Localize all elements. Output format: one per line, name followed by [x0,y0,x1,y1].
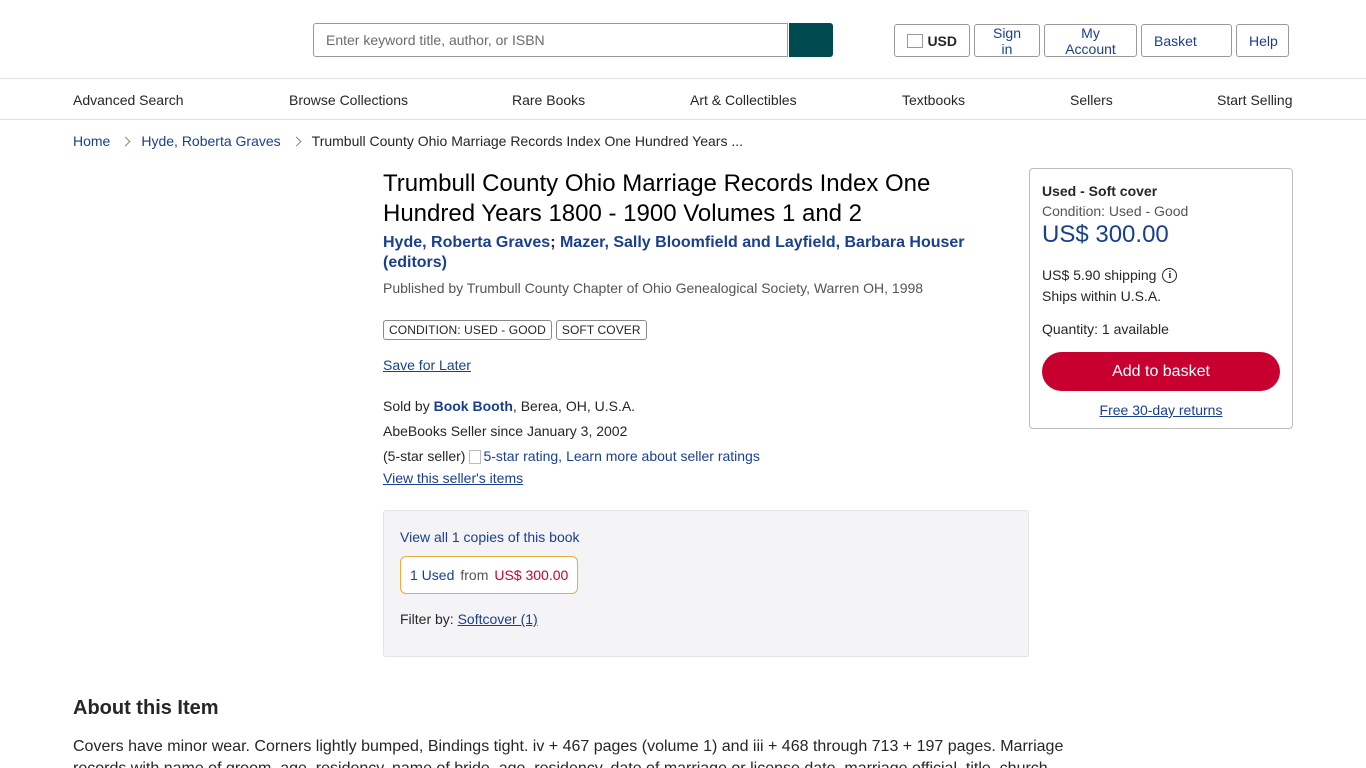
quantity-available: Quantity: 1 available [1042,321,1169,337]
search-input[interactable] [313,23,788,57]
currency-button[interactable]: USD [894,24,970,57]
breadcrumb-author[interactable]: Hyde, Roberta Graves [141,133,280,149]
broken-image-icon [469,449,482,464]
rating-image-alt: 5-star rating, [483,448,563,464]
filter-row: Filter by: Softcover (1) [400,611,538,627]
help-button[interactable]: Help [1236,24,1289,57]
main-nav: Advanced Search Browse Collections Rare … [0,79,1366,120]
nav-sellers[interactable]: Sellers [1070,92,1113,108]
about-description: Covers have minor wear. Corners lightly … [73,738,1064,768]
filter-label: Filter by: [400,611,454,627]
ships-within: Ships within U.S.A. [1042,288,1162,304]
flag-icon [907,33,924,48]
from-label: from [460,567,489,583]
used-price: US$ 300.00 [494,567,569,583]
save-for-later-link[interactable]: Save for Later [383,357,471,373]
item-condition: Condition: Used - Good [1042,203,1189,219]
shipping-info: US$ 5.90 shipping i [1042,267,1178,283]
view-all-copies-link[interactable]: View all 1 copies of this book [400,529,580,545]
binding-tag: Soft cover [555,320,647,340]
free-returns-link[interactable]: Free 30-day returns [1030,402,1292,418]
info-icon[interactable]: i [1162,267,1178,283]
rating-text: (5-star seller) [383,448,466,464]
page-title: Trumbull County Ohio Marriage Records In… [383,170,931,227]
condition-tag: Condition: Used - Good [383,320,552,340]
seller-since: AbeBooks Seller since January 3, 2002 [383,423,628,439]
seller-name-link[interactable]: Book Booth [434,398,513,414]
nav-textbooks[interactable]: Textbooks [902,92,965,108]
nav-start-selling[interactable]: Start Selling [1217,92,1292,108]
copies-panel: View all 1 copies of this book 1 Used fr… [383,510,1029,657]
basket-button[interactable]: Basket [1141,24,1232,57]
nav-rare-books[interactable]: Rare Books [512,92,585,108]
filter-softcover-link[interactable]: Softcover (1) [458,611,538,627]
add-to-basket-button[interactable]: Add to basket [1042,352,1280,391]
breadcrumb: Home Hyde, Roberta Graves Trumbull Count… [73,133,743,149]
author-link[interactable]: Hyde, Roberta Graves [383,234,550,251]
seller-ratings-link[interactable]: Learn more about seller ratings [566,444,760,469]
seller-location: , Berea, OH, U.S.A. [512,398,636,414]
nav-art-collectibles[interactable]: Art & Collectibles [690,92,797,108]
search-button[interactable] [789,23,833,57]
view-seller-items-link[interactable]: View this seller's items [383,469,760,487]
authors: Hyde, Roberta Graves; Mazer, Sally Bloom… [383,233,993,273]
shipping-cost: US$ 5.90 shipping [1042,267,1157,283]
buy-box: Used - Soft cover Condition: Used - Good… [1029,168,1293,429]
site-header: USD Sign in My Account Basket Help [0,0,1366,79]
sold-by-prefix: Sold by [383,398,430,414]
item-type: Used - Soft cover [1042,183,1158,199]
attribute-tags: Condition: Used - Good Soft cover [383,320,647,340]
breadcrumb-home[interactable]: Home [73,133,110,149]
seller-info: Sold by Book Booth, Berea, OH, U.S.A. Ab… [383,394,760,487]
sold-by-line: Sold by Book Booth, Berea, OH, U.S.A. [383,394,760,419]
nav-browse-collections[interactable]: Browse Collections [289,92,408,108]
about-heading: About this Item [73,697,219,719]
used-count: 1 Used [410,567,455,583]
used-copies-filter[interactable]: 1 Used from US$ 300.00 [400,556,579,594]
nav-advanced-search[interactable]: Advanced Search [73,92,184,108]
breadcrumb-current: Trumbull County Ohio Marriage Records In… [311,133,744,149]
rating-image: 5-star rating, [469,444,562,469]
sign-in-button[interactable]: Sign in [974,24,1040,57]
chevron-right-icon [120,136,131,146]
chevron-right-icon [291,136,302,146]
seller-rating: (5-star seller) 5-star rating, Learn mor… [383,444,760,469]
my-account-button[interactable]: My Account [1044,24,1137,57]
currency-label: USD [927,32,957,49]
author-separator: ; [550,234,556,251]
item-price: US$ 300.00 [1042,221,1169,248]
publisher-info: Published by Trumbull County Chapter of … [383,280,924,296]
